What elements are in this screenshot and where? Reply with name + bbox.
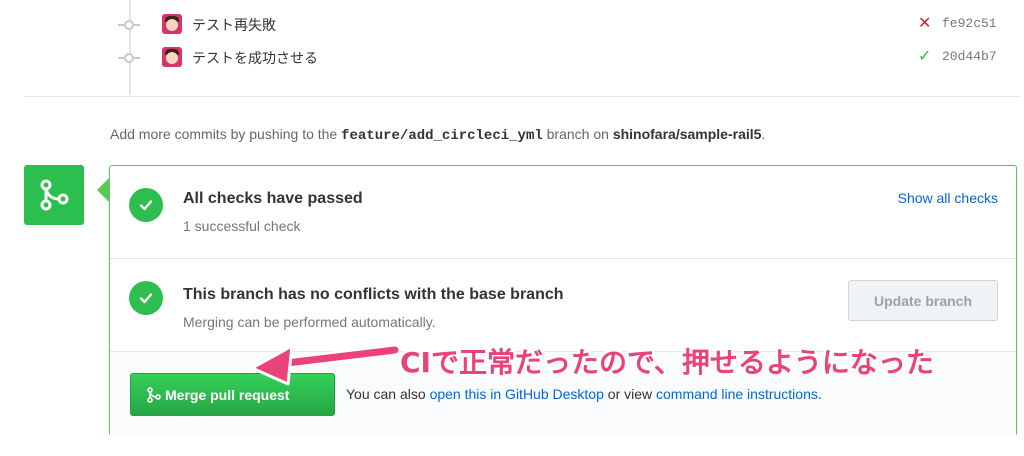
push-note: Add more commits by pushing to the featu… xyxy=(110,126,766,144)
commit-sha-link[interactable]: 20d44b7 xyxy=(942,49,997,64)
fail-x-icon[interactable]: ✕ xyxy=(918,13,931,33)
avatar[interactable] xyxy=(162,47,182,67)
success-check-icon[interactable]: ✓ xyxy=(918,46,931,66)
checks-section: All checks have passed 1 successful chec… xyxy=(110,166,1016,258)
git-merge-icon xyxy=(24,165,84,225)
git-commit-icon xyxy=(118,20,140,30)
repo-name: shinofara/sample-rail5 xyxy=(612,126,762,142)
merge-alternatives: You can also open this in GitHub Desktop… xyxy=(346,386,822,402)
commit-row: テストを成功させる ✓ 20d44b7 xyxy=(118,46,1008,72)
commit-message-link[interactable]: テストを成功させる xyxy=(192,48,318,68)
annotation-arrow-icon xyxy=(250,344,400,386)
check-icon xyxy=(129,281,163,315)
conflicts-subtitle: Merging can be performed automatically. xyxy=(183,314,436,330)
update-branch-button[interactable]: Update branch xyxy=(848,280,998,321)
open-desktop-link[interactable]: open this in GitHub Desktop xyxy=(430,386,604,402)
conflicts-title: This branch has no conflicts with the ba… xyxy=(183,286,564,303)
commit-sha-link[interactable]: fe92c51 xyxy=(942,16,997,31)
show-all-checks-link[interactable]: Show all checks xyxy=(898,190,998,206)
git-commit-icon xyxy=(118,53,140,63)
check-icon xyxy=(129,188,163,222)
commit-row: テスト再失敗 ✕ fe92c51 xyxy=(118,13,1008,39)
branch-name: feature/add_circleci_yml xyxy=(341,128,543,144)
git-merge-icon xyxy=(147,387,161,403)
commit-message-link[interactable]: テスト再失敗 xyxy=(192,15,276,35)
checks-subtitle: 1 successful check xyxy=(183,218,301,234)
divider xyxy=(24,96,1020,97)
checks-title: All checks have passed xyxy=(183,190,363,207)
avatar[interactable] xyxy=(162,14,182,34)
merge-box: All checks have passed 1 successful chec… xyxy=(109,165,1017,436)
cli-instructions-link[interactable]: command line instructions xyxy=(656,386,818,402)
merge-box-pointer xyxy=(97,178,109,202)
annotation-text: CIで正常だったので、押せるようになった xyxy=(400,346,934,379)
